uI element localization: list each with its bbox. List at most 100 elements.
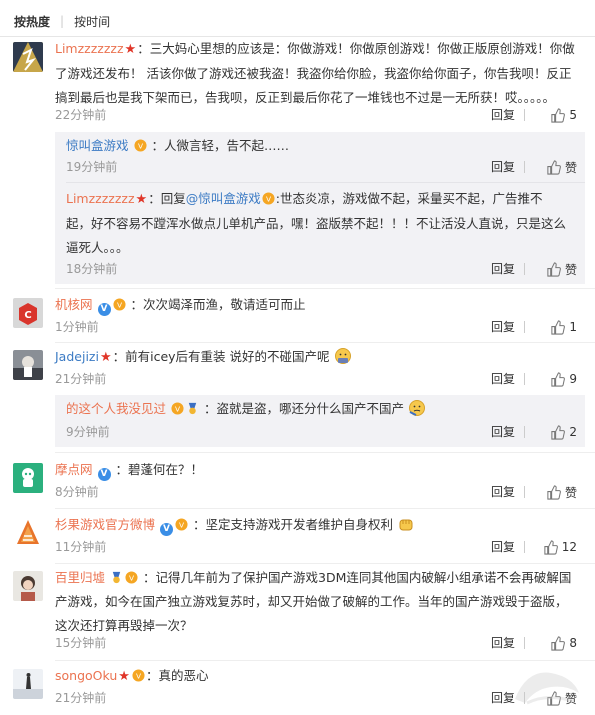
vip-badge-icon: V [112,298,126,311]
username-link[interactable]: 百里归墟 [55,570,105,585]
reply-button[interactable]: 回复 [491,422,515,442]
thumbs-up-icon [551,371,566,387]
comment-body: 坚定支持游戏开发者维护自身权利 [205,517,394,532]
comment-text: 机核网 VV ：次次竭泽而渔，敬请适可而止 [55,293,577,317]
verified-icon: V [97,468,111,481]
vip-badge-icon: V [262,192,275,205]
comment-meta: 15分钟前 回复 8 [55,633,577,653]
comment-separator: ： [137,41,150,56]
sort-by-time-tab[interactable]: 按时间 [74,13,110,30]
reply-username-link[interactable]: 的这个人我没见过 [66,401,166,416]
username-link[interactable]: songoOku [55,668,117,683]
avatar[interactable] [13,518,43,548]
svg-text:V: V [266,194,271,203]
like-button[interactable]: 赞 [533,157,577,177]
username-link[interactable]: 机核网 [55,297,93,312]
comment-separator: ： [112,349,126,364]
comment-meta: 22分钟前 回复 5 [55,105,577,125]
thumbs-up-icon [551,107,566,123]
timestamp: 19分钟前 [66,160,118,174]
comment-divider [55,342,595,343]
comment-separator: ： [115,462,128,477]
comment-body: 真的恶心 [158,668,209,683]
like-button[interactable]: 1 [533,317,577,337]
reply-button[interactable]: 回复 [491,633,515,653]
comment-item: songoOku★ V ：真的恶心 21分钟前 回复 赞 [0,661,595,715]
reply-box: 惊叫盒游戏 V ：人微言轻，告不起…… 19分钟前 回复 赞 Limzzzzzz… [55,132,585,284]
comment-meta: 21分钟前 回复 9 [55,369,577,389]
reply-button[interactable]: 回复 [491,317,515,337]
comment-text: 杉果游戏官方微博 VV ：坚定支持游戏开发者维护自身权利 [55,513,577,537]
svg-text:C: C [24,310,31,321]
reply-text: 惊叫盒游戏 V ：人微言轻，告不起…… [66,134,567,158]
reply-button[interactable]: 回复 [491,369,515,389]
reply-divider [66,182,585,183]
thinking-emoji-icon [409,400,425,416]
like-count: 2 [569,425,577,439]
reply-button[interactable]: 回复 [491,482,515,502]
avatar[interactable] [13,669,43,699]
like-count: 12 [561,540,577,554]
comment-body: 次次竭泽而渔，敬请适可而止 [143,297,306,312]
reply-username-link[interactable]: Limzzzzzzz [66,191,135,206]
reply-body: 人微言轻，告不起…… [164,138,290,153]
like-button[interactable]: 赞 [533,259,577,279]
svg-text:V: V [175,404,180,413]
like-label: 赞 [564,160,577,175]
vip-badge-icon: V [132,669,145,682]
svg-text:V: V [136,671,141,680]
comment-text: songoOku★ V ：真的恶心 [55,664,577,689]
like-count: 1 [569,320,577,334]
timestamp: 18分钟前 [66,262,118,276]
reply-button[interactable]: 回复 [491,105,515,125]
like-button[interactable]: 9 [533,369,577,389]
reply-button[interactable]: 回复 [491,259,515,279]
username-link[interactable]: Limzzzzzzz [55,41,124,56]
like-count: 5 [569,108,577,122]
mention-link[interactable]: @惊叫盒游戏 [186,191,261,206]
thumbs-up-icon [547,261,561,277]
reply-button[interactable]: 回复 [491,537,515,557]
avatar[interactable]: C [13,298,43,328]
meta-separator [524,373,525,385]
meta-separator [524,486,525,498]
svg-text:V: V [129,573,134,582]
thumbs-up-icon [551,424,566,440]
meta-separator [524,541,525,553]
like-count: 9 [569,372,577,386]
reply-meta: 18分钟前 回复 赞 [66,259,577,279]
avatar[interactable] [13,42,43,72]
username-link[interactable]: 杉果游戏官方微博 [55,517,155,532]
avatar[interactable] [13,350,43,380]
vip-badge-icon: V [133,139,147,152]
like-button[interactable]: 8 [533,633,577,653]
username-link[interactable]: Jadejizi [55,349,99,364]
meta-separator [524,426,525,438]
avatar[interactable] [13,571,43,601]
thumbs-up-icon [544,539,558,555]
watermark-logo-icon [515,672,579,705]
reply-separator: ： [203,401,217,416]
star-badge-icon: ★ [124,42,137,57]
username-link[interactable]: 摩点网 [55,462,93,477]
reply-button[interactable]: 回复 [491,157,515,177]
meta-separator [524,263,525,275]
like-button[interactable]: 5 [533,105,577,125]
vip-badge-icon: V [171,402,184,415]
like-button[interactable]: 2 [533,422,577,442]
meta-separator [524,637,525,649]
medal-badge-icon [188,402,197,415]
reply-separator: ： [151,138,164,153]
comment-separator: ： [145,668,159,683]
timestamp: 8分钟前 [55,485,99,499]
reply-username-link[interactable]: 惊叫盒游戏 [66,138,129,153]
comment-meta: 21分钟前 回复 赞 [55,688,577,708]
sort-by-hot-tab[interactable]: 按热度 [14,13,50,30]
like-label: 赞 [564,485,577,500]
comment-divider [55,452,595,453]
like-button[interactable]: 赞 [533,482,577,502]
avatar[interactable] [13,463,43,493]
timestamp: 21分钟前 [55,691,107,705]
comment-separator: ： [192,517,206,532]
like-button[interactable]: 12 [533,537,577,557]
